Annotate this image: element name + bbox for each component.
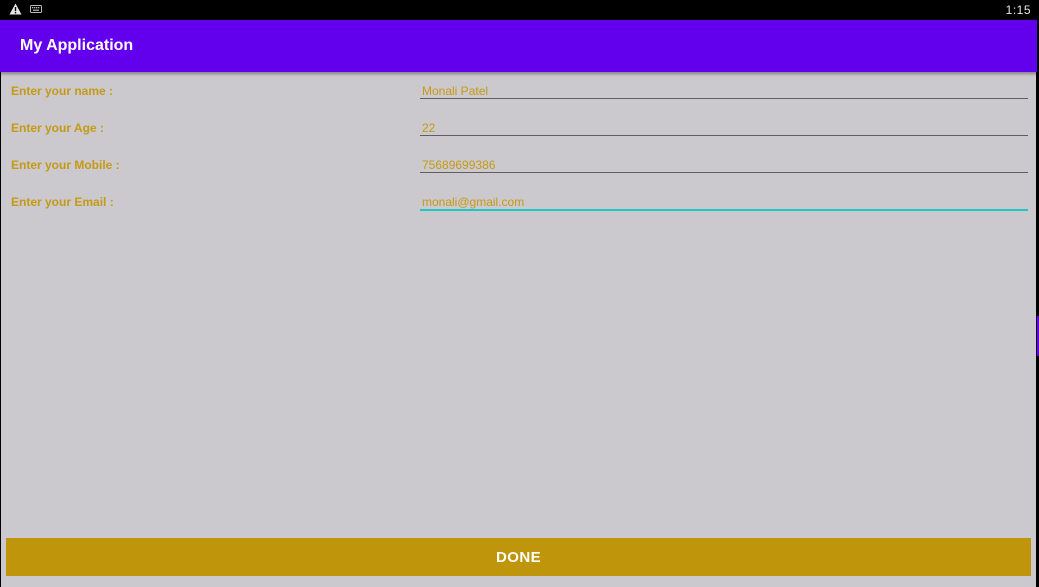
mobile-value: 75689699386 — [422, 158, 496, 172]
email-value: monali@gmail.com — [422, 195, 525, 209]
mobile-field[interactable]: 75689699386 — [420, 146, 1028, 173]
email-field[interactable]: monali@gmail.com — [420, 183, 1028, 211]
device-screen: 1:15 My Application Enter your name : Mo… — [0, 0, 1039, 587]
status-bar: 1:15 — [0, 0, 1039, 20]
warning-icon — [9, 3, 22, 15]
email-label: Enter your Email : — [11, 195, 114, 209]
status-icons — [9, 3, 42, 15]
form-row-email: Enter your Email : monali@gmail.com — [1, 183, 1036, 213]
age-value: 22 — [422, 121, 436, 135]
app-title: My Application — [20, 37, 134, 54]
form-container: Enter your name : Monali Patel Enter you… — [1, 72, 1036, 587]
form-row-name: Enter your name : Monali Patel — [1, 72, 1036, 102]
age-label: Enter your Age : — [11, 121, 104, 135]
form-row-age: Enter your Age : 22 — [1, 109, 1036, 139]
keyboard-icon — [30, 5, 42, 13]
done-button[interactable]: DONE — [6, 538, 1031, 576]
mobile-label: Enter your Mobile : — [11, 158, 120, 172]
name-field[interactable]: Monali Patel — [420, 72, 1028, 99]
status-time: 1:15 — [1005, 3, 1031, 17]
app-bar: My Application — [0, 20, 1037, 72]
name-label: Enter your name : — [11, 84, 114, 98]
form-row-mobile: Enter your Mobile : 75689699386 — [1, 146, 1036, 176]
age-field[interactable]: 22 — [420, 109, 1028, 136]
name-value: Monali Patel — [422, 84, 489, 98]
